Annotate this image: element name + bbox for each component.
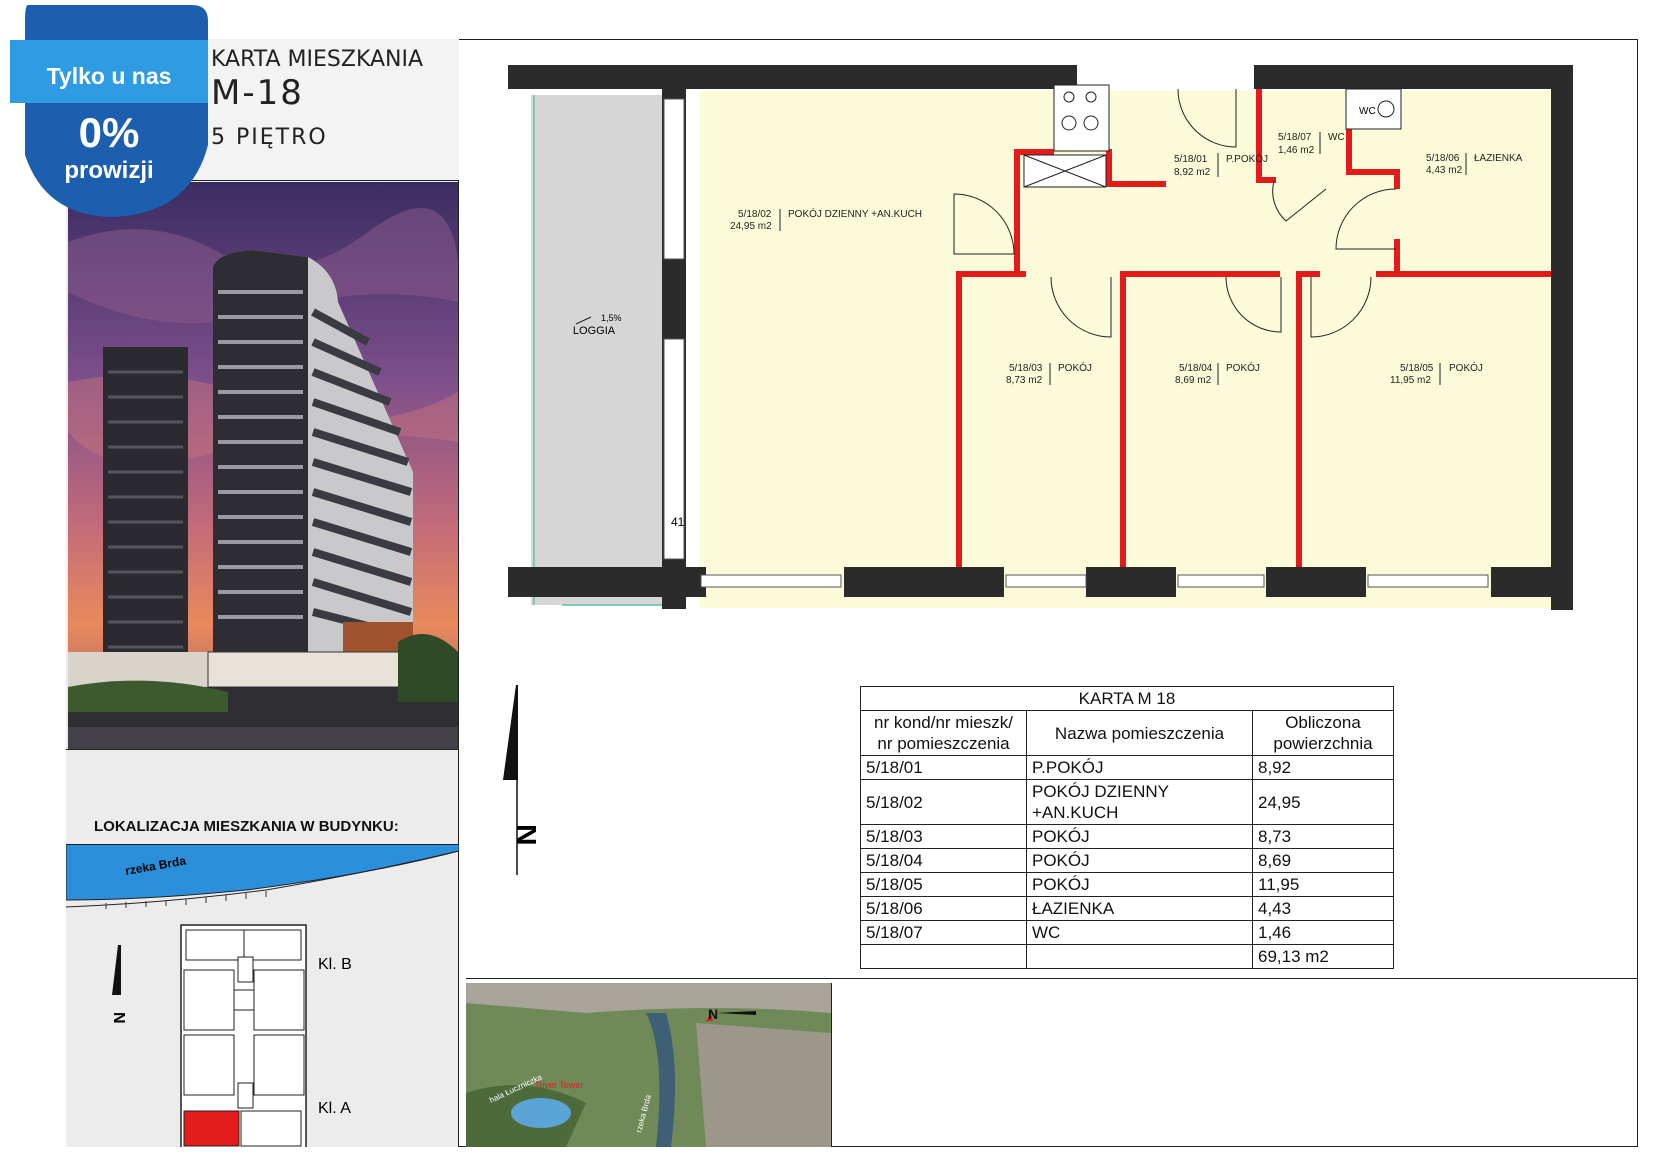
room-01-code: 5/18/01 (1174, 154, 1208, 165)
table-row: 5/18/05 POKÓJ 11,95 (860, 872, 1394, 897)
loggia-label: LOGGIA (573, 325, 616, 337)
table-row: 5/18/03 POKÓJ 8,73 (860, 824, 1394, 849)
cell-code: 5/18/02 (860, 779, 1027, 825)
room-04-area: 8,69 m2 (1175, 375, 1212, 386)
badge-percent: 0% (79, 109, 140, 156)
col-header-area: Obliczona powierzchnia (1252, 710, 1394, 756)
table-row: 5/18/06 ŁAZIENKA 4,43 (860, 896, 1394, 921)
area-table: KARTA M 18 nr kond/nr mieszk/ nr pomiesz… (860, 686, 1394, 969)
cell-area: 8,92 (1252, 755, 1394, 780)
promo-badge: Tylko u nas 0% prowizji (10, 5, 208, 225)
slope-label: 1,5% (601, 313, 622, 323)
north-arrow: N (503, 685, 536, 875)
room-05-name: POKÓJ (1449, 361, 1483, 374)
cell-code: 5/18/06 (860, 896, 1027, 921)
cell-name: POKÓJ DZIENNY +AN.KUCH (1026, 779, 1253, 825)
room-04-code: 5/18/04 (1179, 363, 1213, 374)
table-row: 5/18/07 WC 1,46 (860, 920, 1394, 945)
room-06-name: ŁAZIENKA (1474, 153, 1523, 164)
cell-area: 11,95 (1252, 872, 1394, 897)
cell-code: 5/18/04 (860, 848, 1027, 873)
cell-area: 8,73 (1252, 824, 1394, 849)
location-label: LOKALIZACJA MIESZKANIA W BUDYNKU: (94, 818, 399, 835)
room-05-code: 5/18/05 (1400, 363, 1434, 374)
room-02-name: POKÓJ DZIENNY +AN.KUCH (788, 207, 922, 220)
room-03-code: 5/18/03 (1009, 363, 1043, 374)
badge-top: Tylko u nas (47, 63, 172, 89)
room-03-name: POKÓJ (1058, 361, 1092, 374)
stair-b-label: Kl. B (318, 956, 352, 973)
north-letter: N (510, 824, 536, 846)
floor-label: 5 PIĘTRO (211, 125, 328, 150)
cell-area: 24,95 (1252, 779, 1394, 825)
room-02-code: 5/18/02 (738, 209, 772, 220)
table-row: 5/18/02 POKÓJ DZIENNY +AN.KUCH 24,95 (860, 779, 1394, 825)
building-location-plan: rzeka Brda Kl. B Kl. A N (65, 840, 460, 1151)
stair-a-label: Kl. A (318, 1100, 351, 1117)
cell-name: POKÓJ (1026, 848, 1253, 873)
cell-code: 5/18/03 (860, 824, 1027, 849)
cell-name: WC (1026, 920, 1253, 945)
cell-name: POKÓJ (1026, 824, 1253, 849)
cell-code: 5/18/07 (860, 920, 1027, 945)
building-render (68, 182, 458, 749)
room-07-area: 1,46 m2 (1278, 145, 1315, 156)
cell-code: 5/18/05 (860, 872, 1027, 897)
apartment-number: M-18 (211, 73, 304, 113)
table-total-row: 69,13 m2 (860, 944, 1394, 969)
cell-code: 5/18/01 (860, 755, 1027, 780)
cell-name: P.POKÓJ (1026, 755, 1253, 780)
room-02-area: 24,95 m2 (730, 221, 772, 232)
room-03-area: 8,73 m2 (1006, 375, 1043, 386)
floor-plan-frame: LOGGIA 1,5% 41 WC 5/18/01 P.POKÓJ 8,92 m… (466, 39, 1638, 979)
badge-bottom: prowizji (64, 157, 153, 184)
room-01-area: 8,92 m2 (1174, 167, 1211, 178)
room-05-area: 11,95 m2 (1390, 375, 1431, 386)
wc-symbol: WC (1359, 106, 1376, 117)
cell-area: 4,43 (1252, 896, 1394, 921)
cell-name: POKÓJ (1026, 872, 1253, 897)
aerial-tower-label: River Tower (536, 1080, 583, 1090)
table-row: 5/18/04 POKÓJ 8,69 (860, 848, 1394, 873)
room-07-code: 5/18/07 (1278, 132, 1312, 143)
card-title: KARTA M 18 (860, 686, 1394, 711)
room-07-name: WC (1328, 132, 1345, 143)
cell-area: 1,46 (1252, 920, 1394, 945)
highlighted-unit (183, 1110, 240, 1147)
cell-name: ŁAZIENKA (1026, 896, 1253, 921)
room-04-name: POKÓJ (1226, 361, 1260, 374)
column-mark: 41 (671, 515, 685, 529)
aerial-photo: River Tower rzeka Brda hala Łuczniczka N (466, 983, 832, 1147)
title-line-1: KARTA MIESZKANIA (211, 47, 424, 72)
location-section-header: LOKALIZACJA MIESZKANIA W BUDYNKU: (66, 749, 459, 845)
north-small: N (110, 1012, 127, 1024)
col-header-name: Nazwa pomieszczenia (1026, 710, 1253, 756)
cell-area: 8,69 (1252, 848, 1394, 873)
table-row: 5/18/01 P.POKÓJ 8,92 (860, 755, 1394, 780)
room-06-code: 5/18/06 (1426, 153, 1460, 164)
aerial-north-letter: N (708, 1006, 718, 1022)
col-header-number: nr kond/nr mieszk/ nr pomieszczenia (860, 710, 1027, 756)
room-01-name: P.POKÓJ (1226, 152, 1268, 165)
total-area: 69,13 m2 (1252, 944, 1394, 969)
room-06-area: 4,43 m2 (1426, 165, 1463, 176)
